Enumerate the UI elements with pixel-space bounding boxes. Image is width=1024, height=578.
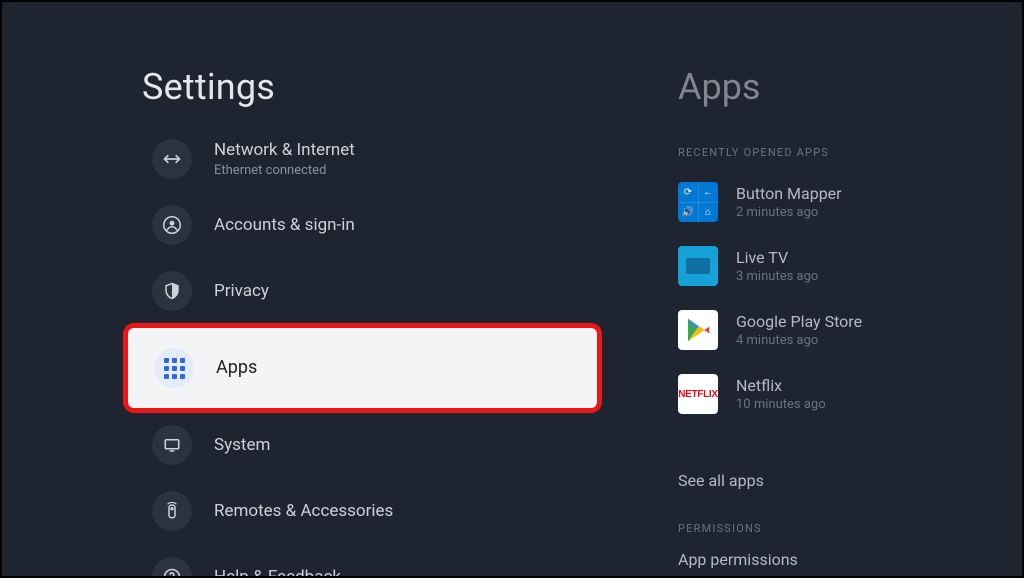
app-name: Button Mapper	[736, 184, 842, 203]
setting-label: Apps	[216, 357, 257, 379]
app-row-play-store[interactable]: Google Play Store 4 minutes ago	[674, 298, 862, 362]
setting-label: Remotes & Accessories	[214, 501, 393, 521]
remote-icon	[152, 491, 192, 531]
help-icon	[152, 557, 192, 576]
setting-item-network[interactable]: Network & Internet Ethernet connected	[128, 126, 597, 192]
netflix-app-icon: NETFLIX	[678, 374, 718, 414]
setting-label: Privacy	[214, 281, 269, 301]
setting-label: Network & Internet	[214, 140, 355, 160]
live-tv-app-icon	[678, 246, 718, 286]
settings-screen: Settings Network & Internet Ethernet con…	[2, 2, 1022, 576]
setting-label: Help & Feedback	[214, 567, 341, 576]
section-header-recent: Recently opened apps	[678, 146, 829, 159]
play-store-app-icon	[678, 310, 718, 350]
button-mapper-app-icon: ⟳←🔊⌂	[678, 182, 718, 222]
setting-label: Accounts & sign-in	[214, 215, 355, 235]
settings-list: Network & Internet Ethernet connected Ac…	[128, 126, 597, 576]
setting-item-help[interactable]: Help & Feedback	[128, 544, 597, 576]
app-time: 3 minutes ago	[736, 269, 818, 284]
recent-apps-list: ⟳←🔊⌂ Button Mapper 2 minutes ago Live TV…	[674, 170, 862, 426]
settings-pane: Settings Network & Internet Ethernet con…	[2, 2, 597, 576]
setting-item-accounts[interactable]: Accounts & sign-in	[128, 192, 597, 258]
display-icon	[152, 425, 192, 465]
setting-item-remotes[interactable]: Remotes & Accessories	[128, 478, 597, 544]
app-name: Google Play Store	[736, 312, 862, 331]
app-permissions[interactable]: App permissions	[678, 550, 798, 569]
app-row-button-mapper[interactable]: ⟳←🔊⌂ Button Mapper 2 minutes ago	[674, 170, 862, 234]
setting-item-apps[interactable]: Apps	[128, 328, 597, 408]
setting-item-system[interactable]: System	[128, 412, 597, 478]
account-icon	[152, 205, 192, 245]
app-name: Live TV	[736, 248, 818, 267]
app-time: 4 minutes ago	[736, 333, 862, 348]
setting-sublabel: Ethernet connected	[214, 163, 355, 178]
setting-item-privacy[interactable]: Privacy	[128, 258, 597, 324]
apps-title: Apps	[678, 66, 761, 108]
apps-pane: Apps Recently opened apps ⟳←🔊⌂ Button Ma…	[674, 2, 1022, 576]
app-time: 10 minutes ago	[736, 397, 826, 412]
see-all-apps[interactable]: See all apps	[678, 456, 764, 504]
network-icon	[152, 139, 192, 179]
settings-title: Settings	[142, 66, 275, 108]
setting-label: System	[214, 435, 270, 455]
app-name: Netflix	[736, 376, 826, 395]
app-time: 2 minutes ago	[736, 205, 842, 220]
shield-icon	[152, 271, 192, 311]
app-row-netflix[interactable]: NETFLIX Netflix 10 minutes ago	[674, 362, 862, 426]
section-header-permissions: Permissions	[678, 522, 762, 535]
app-row-live-tv[interactable]: Live TV 3 minutes ago	[674, 234, 862, 298]
apps-grid-icon	[154, 348, 194, 388]
